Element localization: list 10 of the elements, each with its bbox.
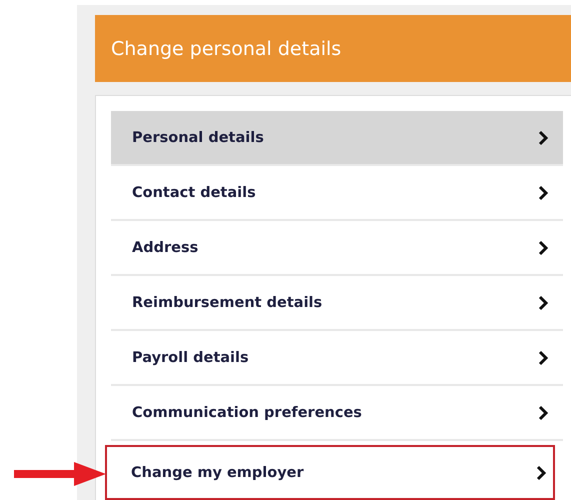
chevron-right-icon [538, 184, 549, 200]
menu-item[interactable]: Personal details [111, 111, 563, 166]
chevron-right-icon [538, 294, 549, 310]
chevron-right-icon [538, 240, 549, 256]
menu-item[interactable]: Change my employer [105, 445, 555, 500]
chevron-right-icon [536, 464, 547, 480]
header-title: Change personal details [111, 38, 342, 60]
chevron-right-icon [538, 350, 549, 366]
chevron-right-icon [538, 404, 549, 420]
chevron-right-icon [538, 130, 549, 146]
